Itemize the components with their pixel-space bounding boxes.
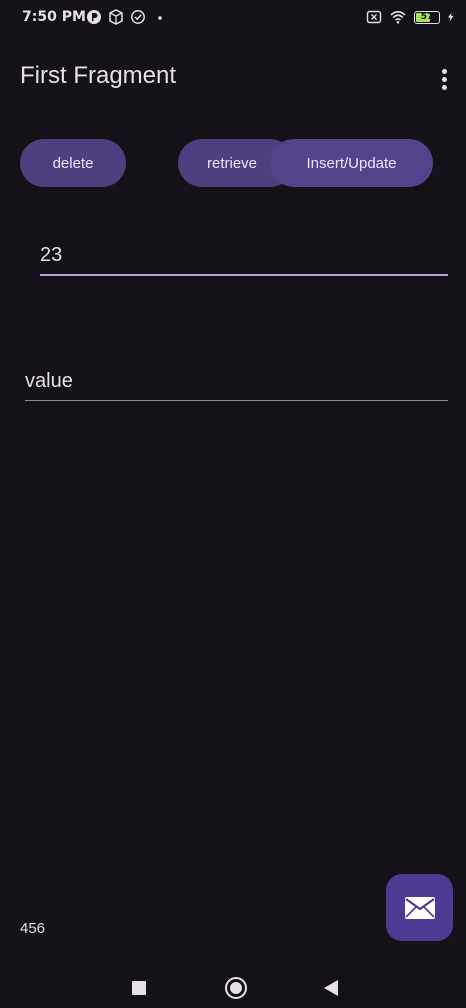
page-title: First Fragment [20,62,177,89]
battery-level: 57 [420,11,434,22]
dot-icon [158,16,162,20]
more-vert-icon[interactable] [436,65,452,93]
email-icon [404,896,435,919]
home-icon[interactable] [225,977,247,999]
menu-dot [441,68,447,74]
recents-icon[interactable] [132,981,146,995]
retrieve-button-label: retrieve [207,154,258,172]
screen: 7:50 PM 57 First Fragment delete retriev… [0,0,466,1008]
p-app-icon [87,10,101,24]
value-field[interactable]: value [25,364,448,401]
app-bar: First Fragment [0,50,466,110]
back-icon[interactable] [324,980,338,996]
value-field-text: value [25,370,73,392]
menu-dot [441,76,447,82]
charging-bolt-icon [447,12,454,22]
status-time: 7:50 PM [22,9,86,25]
result-text: 456 [20,920,46,937]
check-circle-icon [131,10,145,24]
insert-update-button[interactable]: Insert/Update [270,139,433,187]
key-field[interactable]: 23 [40,238,448,276]
status-right-icons: 57 [366,9,456,25]
delete-button[interactable]: delete [20,139,126,187]
status-left-icons [86,9,168,25]
key-field-text: 23 [40,244,63,266]
email-fab-button[interactable] [386,874,453,941]
x-box-icon [366,10,382,24]
wifi-icon [390,10,406,24]
box-icon [109,9,123,25]
system-nav-bar [0,966,466,1008]
menu-dot [441,84,447,90]
battery-icon: 57 [414,10,440,24]
status-bar: 7:50 PM 57 [0,0,466,36]
